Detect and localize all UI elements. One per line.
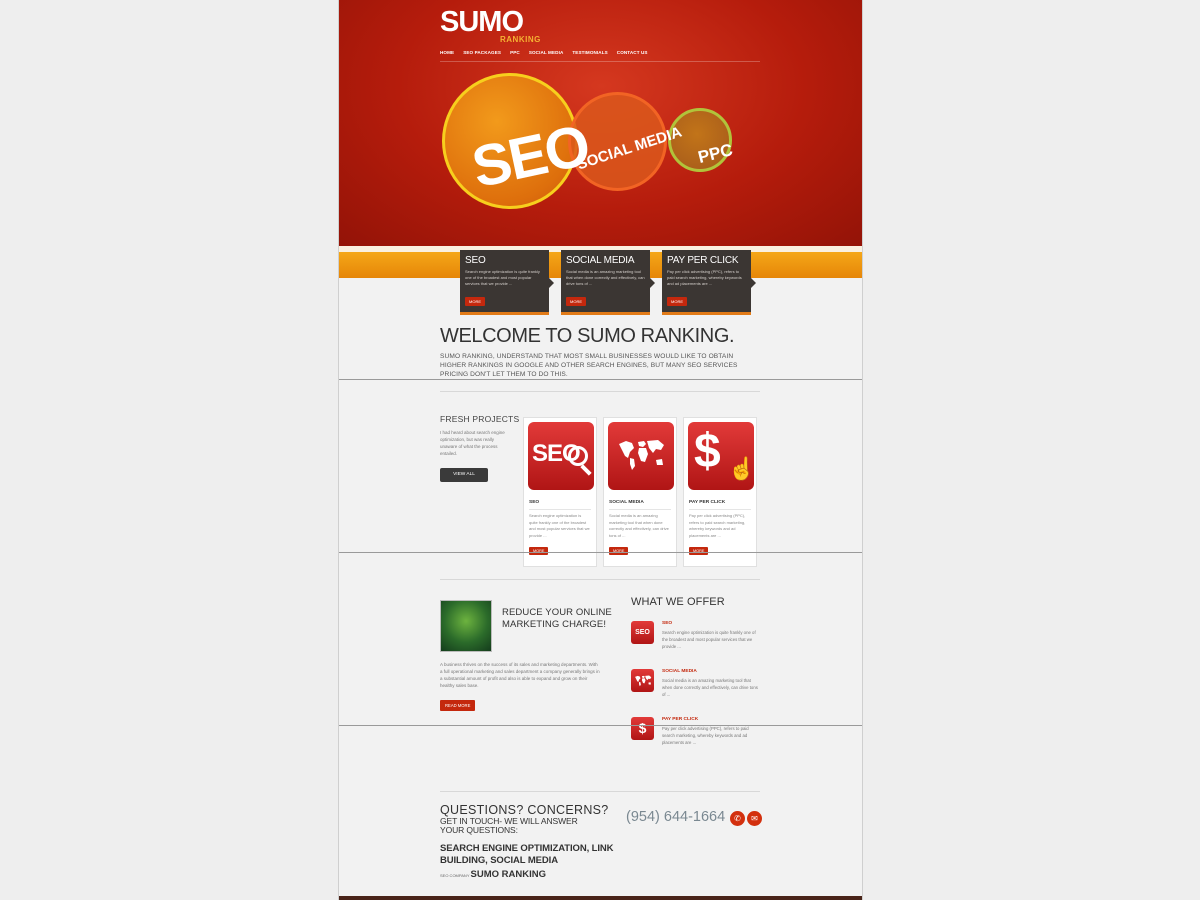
section-separator: [440, 391, 760, 392]
service-card-text: Search engine optimization is quite fran…: [465, 269, 540, 286]
hand-pointer-icon: ☝: [728, 456, 756, 481]
dollar-click-icon: $ ☝: [688, 422, 756, 490]
section-separator: [440, 579, 760, 580]
offer-item-ppc[interactable]: $ PAY PER CLICK Pay per click advertisin…: [631, 717, 771, 757]
fresh-projects-title: FRESH PROJECTS: [440, 414, 520, 424]
more-button[interactable]: MORE: [667, 297, 687, 306]
logo[interactable]: SUMO RANKING: [440, 6, 541, 44]
more-button[interactable]: MORE: [689, 547, 709, 555]
nav-seo-packages[interactable]: SEO PACKAGES: [463, 50, 501, 55]
offer-name[interactable]: PAY PER CLICK: [662, 717, 698, 722]
offer-text: Social media is an amazing marketing too…: [662, 678, 758, 697]
project-text: Pay per click advertising (PPC), refers …: [689, 513, 746, 538]
project-text: Search engine optimization is quite fran…: [529, 513, 590, 538]
project-divider: [529, 509, 591, 510]
company-line: SEO COMPANY SUMO RANKING: [440, 869, 546, 880]
project-divider: [689, 509, 751, 510]
nav-home[interactable]: HOME: [440, 50, 454, 55]
project-text: Social media is an amazing marketing too…: [609, 513, 669, 538]
divider-line: [339, 725, 862, 726]
world-map-icon: [608, 422, 674, 490]
page: SUMO RANKING HOME SEO PACKAGES PPC SOCIA…: [338, 0, 863, 900]
what-we-offer-title: WHAT WE OFFER: [631, 596, 725, 608]
service-card-title: SOCIAL MEDIA: [566, 255, 635, 266]
service-card-text: Social media is an amazing marketing too…: [566, 269, 645, 286]
service-card-text: Pay per click advertising (PPC), refers …: [667, 269, 742, 286]
more-button[interactable]: MORE: [609, 547, 629, 555]
view-all-button[interactable]: VIEW ALL: [440, 468, 488, 482]
world-map-shape: [634, 675, 651, 687]
questions-subtitle: GET IN TOUCH- WE WILL ANSWER YOUR QUESTI…: [440, 816, 578, 835]
more-button[interactable]: MORE: [529, 547, 549, 555]
project-title: PAY PER CLICK: [689, 500, 726, 505]
magnifier-handle: [580, 464, 592, 476]
questions-title: QUESTIONS? CONCERNS?: [440, 803, 609, 817]
welcome-title: WELCOME TO SUMO RANKING.: [440, 325, 735, 347]
nav-divider: [440, 61, 760, 62]
service-card-title: PAY PER CLICK: [667, 255, 739, 266]
fresh-projects-text: I had heard about search engine optimiza…: [440, 430, 505, 456]
service-card-seo: SEO Search engine optimization is quite …: [460, 250, 554, 315]
footer-bar: [339, 896, 862, 900]
section-separator: [440, 791, 760, 792]
company-label: SEO COMPANY: [440, 873, 470, 878]
service-card-social-media: SOCIAL MEDIA Social media is an amazing …: [561, 250, 655, 315]
more-button[interactable]: MORE: [465, 297, 485, 306]
reduce-charge-text: A business thrives on the success of its…: [440, 662, 600, 688]
welcome-text: SUMO RANKING, UNDERSTAND THAT MOST SMALL…: [440, 353, 738, 378]
project-title: SOCIAL MEDIA: [609, 500, 644, 505]
money-plant-image: [440, 600, 492, 652]
offer-text: Search engine optimization is quite fran…: [662, 630, 756, 649]
project-card-seo[interactable]: SEO SEO Search engine optimization is qu…: [523, 417, 597, 567]
main-nav: HOME SEO PACKAGES PPC SOCIAL MEDIA TESTI…: [440, 50, 648, 55]
company-name: SUMO RANKING: [470, 869, 547, 880]
phone-icon[interactable]: ✆: [730, 811, 745, 826]
logo-subtext: RANKING: [500, 35, 541, 44]
phone-number[interactable]: (954) 644-1664: [626, 809, 725, 825]
dollar-icon: $: [631, 717, 654, 740]
offer-name[interactable]: SOCIAL MEDIA: [662, 669, 697, 674]
offer-name[interactable]: SEO: [662, 621, 672, 626]
dollar-sign: $: [694, 425, 721, 478]
services-keywords: SEARCH ENGINE OPTIMIZATION, LINK BUILDIN…: [440, 843, 614, 866]
world-map-shape: [619, 440, 664, 470]
logo-text: SUMO: [440, 6, 524, 38]
nav-ppc[interactable]: PPC: [510, 50, 520, 55]
email-icon[interactable]: ✉: [747, 811, 762, 826]
project-card-ppc[interactable]: $ ☝ PAY PER CLICK Pay per click advertis…: [683, 417, 757, 567]
more-button[interactable]: MORE: [566, 297, 586, 306]
seo-icon: SEO: [631, 621, 654, 644]
divider-line: [339, 379, 862, 380]
offer-text: Pay per click advertising (PPC), refers …: [662, 726, 749, 745]
read-more-button[interactable]: READ MORE: [440, 700, 476, 711]
offer-item-seo[interactable]: SEO SEO Search engine optimization is qu…: [631, 621, 771, 661]
hero-graphic: SEO SOCIAL MEDIA PPC: [439, 70, 769, 240]
service-card-title: SEO: [465, 255, 486, 266]
world-map-icon: [631, 669, 654, 692]
divider-line: [339, 552, 862, 553]
hero-banner: SUMO RANKING HOME SEO PACKAGES PPC SOCIA…: [339, 0, 862, 246]
reduce-charge-title: REDUCE YOUR ONLINE MARKETING CHARGE!: [502, 607, 612, 630]
nav-social-media[interactable]: SOCIAL MEDIA: [529, 50, 564, 55]
project-title: SEO: [529, 500, 540, 505]
offer-item-social-media[interactable]: SOCIAL MEDIA Social media is an amazing …: [631, 669, 771, 709]
project-divider: [609, 509, 671, 510]
seo-icon: SEO: [528, 422, 594, 490]
service-card-ppc: PAY PER CLICK Pay per click advertising …: [662, 250, 756, 315]
project-card-social-media[interactable]: SOCIAL MEDIA Social media is an amazing …: [603, 417, 677, 567]
nav-testimonials[interactable]: TESTIMONIALS: [572, 50, 607, 55]
nav-contact-us[interactable]: CONTACT US: [617, 50, 648, 55]
magnifier-icon: [568, 446, 588, 466]
